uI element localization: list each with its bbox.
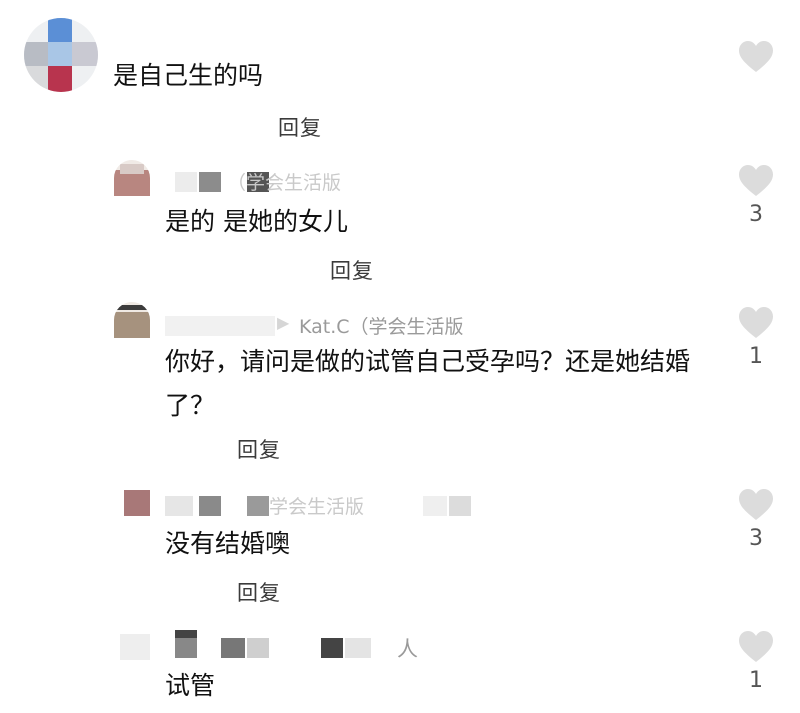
reply-target-name: Kat.C（学会生活版 — [299, 316, 464, 336]
like-button[interactable] — [736, 40, 776, 78]
comment-text: 试管 — [165, 671, 216, 700]
avatar[interactable] — [124, 490, 150, 516]
like-count: 1 — [749, 668, 763, 693]
reply-author[interactable]: 学会生活版 — [165, 494, 525, 516]
like-count: 3 — [749, 526, 763, 551]
heart-icon — [739, 489, 773, 520]
heart-icon — [739, 631, 773, 662]
heart-icon — [739, 307, 773, 338]
reply-author[interactable]: 人 — [165, 636, 445, 658]
reply-button[interactable]: 回复 — [330, 255, 374, 285]
comment-5: 人 试管 1 — [0, 620, 800, 713]
like-button[interactable]: 3 — [736, 164, 776, 227]
comment-text: 你好，请问是做的试管自己受孕吗？还是她结婚了？ — [165, 347, 691, 420]
avatar[interactable] — [114, 302, 150, 338]
reply-button[interactable]: 回复 — [278, 112, 322, 142]
like-count: 1 — [749, 344, 763, 369]
name-arrow: ▶ — [277, 314, 290, 332]
author-name: 学会生活版 — [269, 496, 365, 516]
reply-author[interactable]: （学会生活版 — [165, 170, 425, 192]
comment-author[interactable] — [110, 16, 310, 38]
like-button[interactable]: 3 — [736, 488, 776, 551]
like-button[interactable]: 1 — [736, 306, 776, 369]
heart-icon — [739, 165, 773, 196]
like-button[interactable]: 1 — [736, 630, 776, 693]
like-count: 3 — [749, 202, 763, 227]
author-name: 人 — [397, 637, 418, 658]
avatar[interactable] — [114, 160, 150, 196]
avatar[interactable] — [24, 18, 98, 92]
comment-3: ▶ Kat.C（学会生活版 你好，请问是做的试管自己受孕吗？还是她结婚了？ 回复… — [0, 290, 800, 640]
comment-2: （学会生活版 是的 是她的女儿 回复 3 — [0, 150, 800, 290]
reply-author[interactable]: ▶ Kat.C（学会生活版 — [165, 314, 545, 336]
comment-4: 学会生活版 没有结婚噢 回复 3 — [0, 480, 800, 620]
author-name: （学会生活版 — [227, 172, 342, 192]
comment-text: 是自己生的吗 — [113, 61, 264, 90]
reply-button[interactable]: 回复 — [237, 434, 281, 464]
avatar[interactable] — [120, 634, 150, 660]
comment-text: 是的 是她的女儿 — [165, 207, 348, 236]
comment-1: 是自己生的吗 回复 — [0, 0, 800, 150]
comment-text: 没有结婚噢 — [165, 529, 291, 558]
reply-button[interactable]: 回复 — [237, 577, 281, 607]
heart-icon — [739, 41, 773, 72]
